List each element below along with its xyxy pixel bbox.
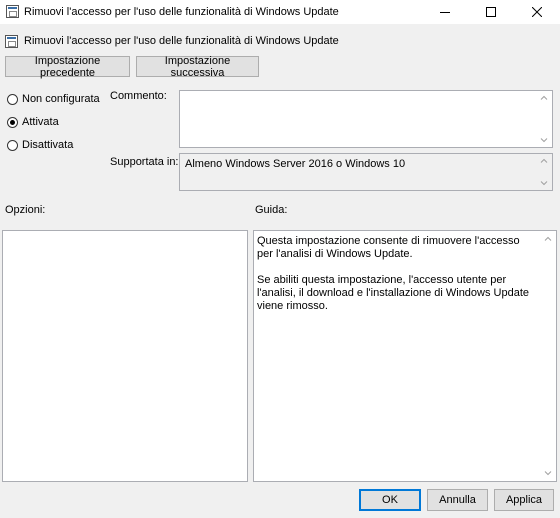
radio-button[interactable] — [7, 116, 18, 128]
minimize-icon — [440, 12, 450, 13]
policy-icon — [5, 35, 18, 48]
radio-enabled[interactable]: Attivata — [7, 116, 59, 128]
close-icon — [532, 7, 542, 17]
scroll-down-icon[interactable] — [544, 469, 552, 477]
options-panel[interactable] — [2, 230, 248, 482]
scroll-up-icon[interactable] — [544, 235, 552, 243]
supported-label: Supportata in: — [110, 156, 179, 168]
help-paragraph: Questa impostazione consente di rimuover… — [257, 235, 520, 260]
radio-button[interactable] — [7, 139, 18, 151]
next-setting-button[interactable]: Impostazione successiva — [136, 55, 259, 79]
scroll-down-icon[interactable] — [540, 136, 548, 144]
radio-label: Non configurata — [22, 93, 100, 105]
previous-setting-button[interactable]: Impostazione precedente — [5, 55, 130, 79]
cancel-button[interactable]: Annulla — [427, 489, 488, 511]
policy-app-icon — [6, 5, 19, 18]
window-title: Rimuovi l'accesso per l'uso delle funzio… — [24, 6, 339, 18]
minimize-button[interactable] — [422, 0, 468, 24]
comment-field[interactable] — [179, 90, 553, 148]
comment-label: Commento: — [110, 90, 167, 102]
radio-label: Disattivata — [22, 139, 74, 151]
maximize-icon — [486, 7, 496, 17]
supported-value: Almeno Windows Server 2016 o Windows 10 — [185, 158, 406, 170]
scroll-up-icon[interactable] — [540, 94, 548, 102]
scroll-down-icon[interactable] — [540, 179, 548, 187]
help-text: Questa impostazione consente di rimuover… — [257, 235, 537, 326]
comment-scrollbar[interactable] — [537, 91, 552, 147]
radio-label: Attivata — [22, 116, 59, 128]
scroll-up-icon[interactable] — [540, 157, 548, 165]
policy-title: Rimuovi l'accesso per l'uso delle funzio… — [24, 35, 339, 47]
supported-scrollbar[interactable] — [537, 154, 552, 190]
radio-disabled[interactable]: Disattivata — [7, 139, 73, 151]
maximize-button[interactable] — [468, 0, 514, 24]
options-label: Opzioni: — [5, 204, 46, 216]
radio-button[interactable] — [7, 93, 18, 105]
apply-button[interactable]: Applica — [494, 489, 554, 511]
supported-field: Almeno Windows Server 2016 o Windows 10 — [179, 153, 553, 191]
help-label: Guida: — [255, 204, 288, 216]
radio-not-configured[interactable]: Non configurata — [7, 93, 100, 105]
help-paragraph: Se abiliti questa impostazione, l'access… — [257, 274, 530, 312]
ok-button[interactable]: OK — [359, 489, 421, 511]
close-button[interactable] — [514, 0, 560, 24]
help-scrollbar[interactable] — [541, 231, 556, 481]
